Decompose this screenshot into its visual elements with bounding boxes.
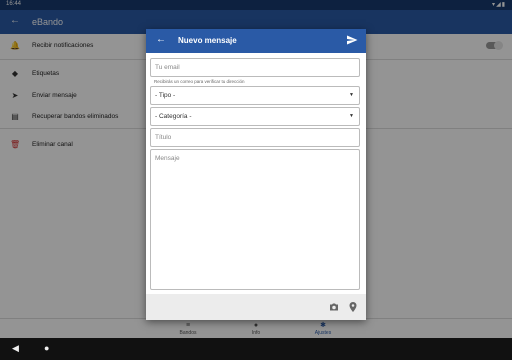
- tipo-select[interactable]: - Tipo - ▼: [150, 86, 360, 105]
- dialog-header: ← Nuevo mensaje: [146, 29, 366, 53]
- email-field[interactable]: Tu email: [150, 58, 360, 77]
- titulo-field[interactable]: Título: [150, 128, 360, 147]
- categoria-select[interactable]: - Categoría - ▼: [150, 107, 360, 126]
- back-triangle-icon[interactable]: ◀: [12, 343, 19, 354]
- titulo-placeholder: Título: [155, 134, 172, 141]
- mensaje-placeholder: Mensaje: [155, 155, 180, 162]
- dialog-title: Nuevo mensaje: [178, 36, 237, 45]
- system-nav-bar: ◀ ●: [0, 338, 512, 360]
- home-circle-icon[interactable]: ●: [44, 343, 49, 353]
- caret-down-icon: ▼: [349, 92, 354, 98]
- categoria-value: - Categoría -: [155, 113, 192, 120]
- dialog-footer: [146, 294, 366, 320]
- arrow-left-icon[interactable]: ←: [156, 34, 166, 45]
- camera-icon[interactable]: [328, 301, 340, 313]
- caret-down-icon: ▼: [349, 113, 354, 119]
- email-placeholder: Tu email: [155, 64, 180, 71]
- tipo-value: - Tipo -: [155, 92, 176, 99]
- email-helper-text: Recibirás un correo para verificar tu di…: [154, 79, 245, 84]
- new-message-dialog: ← Nuevo mensaje Tu email Recibirás un co…: [146, 29, 366, 320]
- mensaje-textarea[interactable]: Mensaje: [150, 149, 360, 290]
- send-icon[interactable]: [346, 33, 358, 47]
- location-pin-icon[interactable]: [347, 301, 359, 313]
